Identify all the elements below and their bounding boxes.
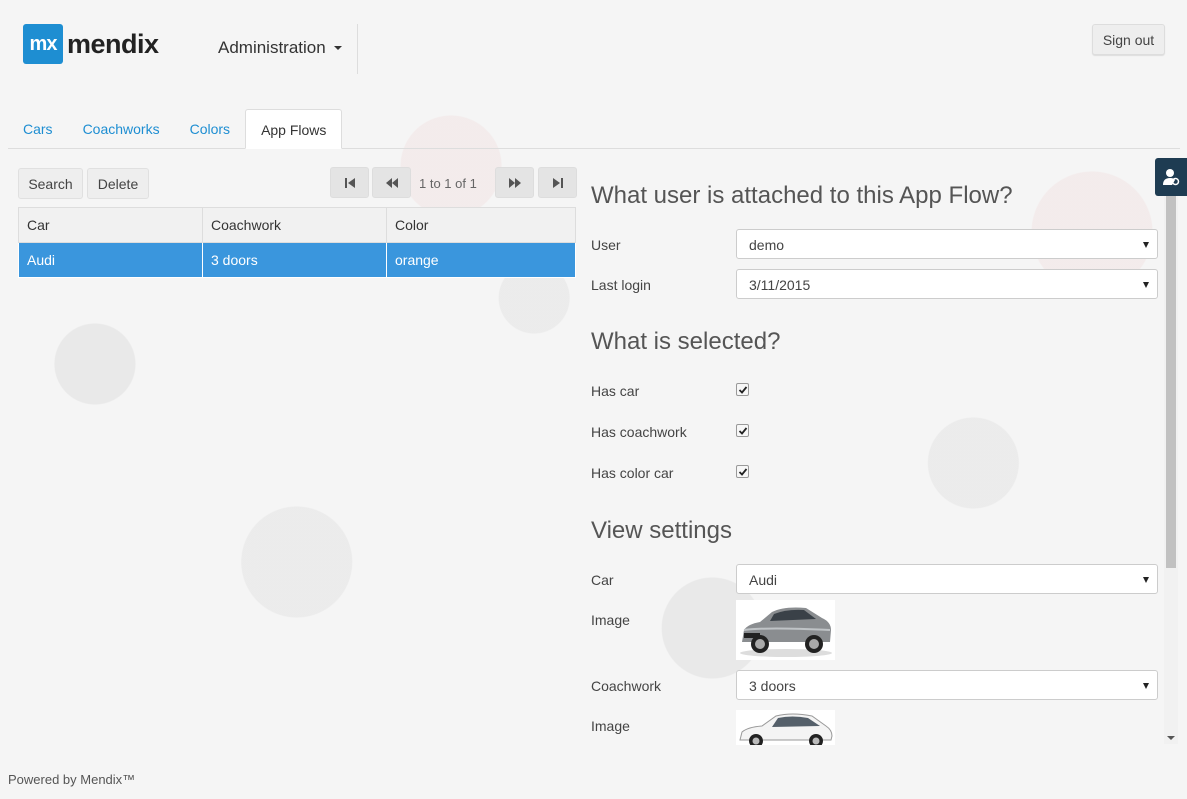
- dropdown-arrow-icon: [1143, 282, 1149, 288]
- last-login-select[interactable]: 3/11/2015: [736, 269, 1158, 299]
- coachwork-select-value: 3 doors: [749, 678, 796, 694]
- previous-page-icon: [385, 177, 398, 188]
- search-button[interactable]: Search: [18, 168, 83, 199]
- tab-cars[interactable]: Cars: [8, 109, 68, 149]
- coachwork-select[interactable]: 3 doors: [736, 670, 1158, 700]
- tab-bar: Cars Coachworks Colors App Flows: [8, 109, 1180, 149]
- pager-status: 1 to 1 of 1: [419, 176, 477, 191]
- last-login-value: 3/11/2015: [749, 277, 811, 293]
- tab-colors[interactable]: Colors: [175, 109, 245, 149]
- scrollbar-thumb[interactable]: [1166, 196, 1176, 568]
- first-page-button[interactable]: [330, 167, 369, 198]
- selected-section-title: What is selected?: [591, 328, 781, 355]
- caret-down-icon: [333, 46, 342, 50]
- delete-button[interactable]: Delete: [87, 168, 149, 199]
- has-car-label: Has car: [591, 383, 640, 399]
- has-color-checkbox[interactable]: [736, 465, 749, 478]
- has-coachwork-checkbox[interactable]: [736, 424, 749, 437]
- column-header-car[interactable]: Car: [18, 207, 203, 243]
- car-image: [736, 600, 835, 660]
- coachwork-label: Coachwork: [591, 678, 662, 694]
- grid-header-row: Car Coachwork Color: [18, 207, 576, 243]
- cell-color[interactable]: orange: [386, 242, 576, 278]
- coachwork-image-label: Image: [591, 718, 630, 734]
- cell-car[interactable]: Audi: [18, 242, 203, 278]
- user-select-value: demo: [749, 237, 785, 253]
- check-icon: [738, 385, 747, 394]
- car-select-value: Audi: [749, 572, 778, 588]
- app-flow-detail-panel: What user is attached to this App Flow? …: [591, 170, 1158, 745]
- has-color-label: Has color car: [591, 465, 674, 481]
- cell-coachwork[interactable]: 3 doors: [202, 242, 387, 278]
- check-icon: [738, 426, 747, 435]
- header: mx mendix Administration Sign out: [0, 0, 1187, 100]
- last-page-icon: [552, 177, 563, 188]
- mendix-logo[interactable]: mx mendix: [23, 24, 159, 64]
- logo-mark: mx: [23, 24, 63, 64]
- administration-menu[interactable]: Administration: [218, 38, 342, 58]
- first-page-icon: [344, 177, 355, 188]
- tab-coachworks[interactable]: Coachworks: [68, 109, 175, 149]
- car-image-label: Image: [591, 612, 630, 628]
- next-page-icon: [508, 177, 521, 188]
- has-coachwork-label: Has coachwork: [591, 424, 687, 440]
- administration-menu-label: Administration: [218, 38, 326, 57]
- tab-app-flows[interactable]: App Flows: [245, 109, 343, 149]
- dropdown-arrow-icon: [1143, 242, 1149, 248]
- nav-divider: [357, 24, 358, 74]
- scroll-down-icon[interactable]: [1167, 736, 1175, 740]
- last-page-button[interactable]: [538, 167, 577, 198]
- previous-page-button[interactable]: [372, 167, 411, 198]
- panel-scrollbar[interactable]: [1164, 196, 1178, 744]
- dropdown-arrow-icon: [1143, 683, 1149, 689]
- check-icon: [738, 467, 747, 476]
- column-header-coachwork[interactable]: Coachwork: [202, 207, 387, 243]
- coachwork-image: [736, 710, 835, 745]
- view-settings-title: View settings: [591, 517, 732, 544]
- sign-out-button[interactable]: Sign out: [1092, 24, 1165, 55]
- logo-text: mendix: [67, 28, 159, 59]
- user-label: User: [591, 237, 621, 253]
- footer-powered-by: Powered by Mendix™: [8, 772, 136, 787]
- user-settings-side-button[interactable]: [1155, 158, 1187, 196]
- app-flows-grid: Car Coachwork Color Audi 3 doors orange: [18, 207, 576, 278]
- car-label: Car: [591, 572, 614, 588]
- dropdown-arrow-icon: [1143, 577, 1149, 583]
- car-select[interactable]: Audi: [736, 564, 1158, 594]
- table-row[interactable]: Audi 3 doors orange: [18, 242, 576, 278]
- user-section-title: What user is attached to this App Flow?: [591, 182, 1013, 209]
- column-header-color[interactable]: Color: [386, 207, 576, 243]
- user-settings-icon: [1163, 169, 1180, 186]
- next-page-button[interactable]: [495, 167, 534, 198]
- last-login-label: Last login: [591, 277, 651, 293]
- user-select[interactable]: demo: [736, 229, 1158, 259]
- has-car-checkbox[interactable]: [736, 383, 749, 396]
